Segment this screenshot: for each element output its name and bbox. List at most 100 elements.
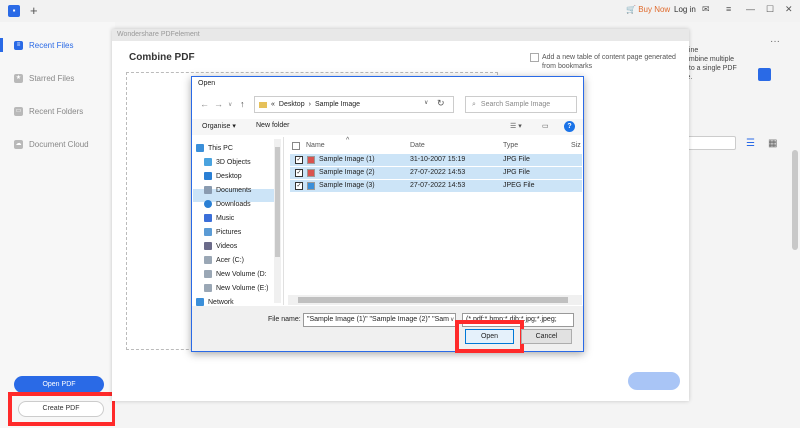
login-link[interactable]: Log in	[674, 5, 696, 14]
file-row[interactable]: ✓ Sample Image (3) 27-07-2022 14:53 JPEG…	[290, 180, 582, 192]
scrollbar-thumb[interactable]	[298, 297, 568, 303]
new-folder-button[interactable]: New folder	[256, 122, 289, 129]
forward-arrow-icon[interactable]: →	[214, 99, 223, 109]
sidebar-item-recent-folders[interactable]: ▭ Recent Folders	[14, 104, 83, 118]
menu-icon[interactable]: ≡	[726, 4, 731, 14]
nav-item-this-pc[interactable]: This PC	[196, 142, 233, 154]
file-type: JPG File	[503, 156, 530, 163]
search-placeholder: Search Sample Image	[480, 101, 551, 108]
file-name: Sample Image (1)	[319, 156, 375, 163]
nav-item-new-volume-e[interactable]: New Volume (E:)	[204, 282, 269, 294]
breadcrumb-sample-image[interactable]: Sample Image	[315, 97, 360, 112]
maximize-icon[interactable]: ☐	[766, 4, 774, 15]
dialog-toolbar: Organise ▾ New folder ☰ ▾ ▭ ?	[192, 119, 583, 135]
buy-now-link[interactable]: 🛒 Buy Now	[626, 5, 670, 14]
breadcrumb-desktop[interactable]: Desktop	[279, 97, 305, 112]
select-all-checkbox[interactable]	[292, 142, 300, 150]
help-icon[interactable]: ?	[564, 121, 575, 132]
folder-icon	[259, 101, 267, 108]
nav-item-documents[interactable]: Documents	[204, 184, 251, 196]
dialog-title: Open	[192, 77, 583, 91]
nav-label: Network	[208, 298, 234, 306]
file-date: 27-07-2022 14:53	[410, 169, 466, 176]
file-date: 27-07-2022 14:53	[410, 182, 466, 189]
pictures-icon	[204, 228, 212, 236]
nav-item-videos[interactable]: Videos	[204, 240, 237, 252]
chevron-right-icon: ›	[308, 101, 311, 108]
column-date[interactable]: Date	[410, 142, 425, 149]
file-name-input[interactable]: "Sample Image (1)" "Sample Image (2)" "S…	[303, 313, 456, 327]
toc-checkbox[interactable]	[530, 53, 539, 62]
row-checkbox[interactable]: ✓	[295, 169, 303, 177]
active-indicator	[0, 38, 3, 52]
file-name: Sample Image (3)	[319, 182, 375, 189]
column-type[interactable]: Type	[503, 142, 518, 149]
sidebar-item-document-cloud[interactable]: ☁ Document Cloud	[14, 137, 89, 151]
file-row[interactable]: ✓ Sample Image (1) 31-10-2007 15:19 JPG …	[290, 154, 582, 166]
row-checkbox[interactable]: ✓	[295, 156, 303, 164]
chevron-icon: «	[271, 101, 275, 108]
nav-label: New Volume (D:	[216, 270, 267, 278]
drive-icon	[204, 256, 212, 264]
column-headers: Name ^ Date Type Siz	[288, 137, 582, 153]
search-icon: ⌕	[472, 101, 476, 108]
more-options-icon[interactable]: ···	[770, 36, 780, 47]
close-icon[interactable]: ✕	[785, 4, 793, 15]
open-file-dialog: Open ← → ∨ ↑ « Desktop › Sample Image ∨ …	[191, 76, 584, 352]
preview-pane-icon[interactable]: ▭	[542, 122, 549, 130]
file-type: JPEG File	[503, 182, 535, 189]
nav-item-music[interactable]: Music	[204, 212, 234, 224]
nav-label: Music	[216, 214, 235, 222]
apply-button[interactable]	[628, 372, 680, 390]
drive-icon	[204, 284, 212, 292]
cancel-button[interactable]: Cancel	[521, 329, 572, 344]
chevron-down-icon[interactable]: ∨	[450, 316, 454, 323]
grid-view-icon[interactable]: ▦	[768, 138, 777, 149]
scrollbar[interactable]	[792, 150, 798, 250]
nav-scrollbar[interactable]	[274, 139, 281, 303]
sidebar-item-label: Recent Folders	[29, 106, 84, 116]
refresh-icon[interactable]: ↻	[437, 98, 445, 109]
search-folder-input[interactable]: ⌕ Search Sample Image	[465, 96, 577, 113]
navigation-pane: This PC 3D Objects Desktop Documents Dow…	[192, 137, 284, 306]
create-pdf-button[interactable]: Create PDF	[18, 401, 104, 417]
file-name-label: File name:	[268, 316, 301, 323]
nav-item-3d-objects[interactable]: 3D Objects	[204, 156, 251, 168]
column-name[interactable]: Name	[306, 142, 325, 149]
nav-item-acer-c[interactable]: Acer (C:)	[204, 254, 244, 266]
nav-item-downloads[interactable]: Downloads	[204, 198, 251, 210]
organise-button[interactable]: Organise ▾	[202, 122, 236, 130]
image-file-icon	[307, 169, 315, 177]
horizontal-scrollbar[interactable]	[288, 295, 582, 305]
new-tab-icon[interactable]: +	[30, 3, 38, 18]
nav-item-desktop[interactable]: Desktop	[204, 170, 242, 182]
chevron-down-icon[interactable]: ∨	[228, 101, 232, 108]
open-pdf-button[interactable]: Open PDF	[14, 376, 104, 393]
computer-icon	[196, 144, 204, 152]
row-checkbox[interactable]: ✓	[295, 182, 303, 190]
download-icon	[204, 200, 212, 208]
list-view-icon[interactable]: ☰	[746, 138, 755, 149]
view-options-icon[interactable]: ☰ ▾	[510, 122, 522, 130]
nav-item-pictures[interactable]: Pictures	[204, 226, 241, 238]
open-button[interactable]: Open	[465, 329, 514, 344]
scrollbar-thumb[interactable]	[275, 147, 280, 257]
sidebar-item-recent-files[interactable]: ≡ Recent Files	[14, 38, 73, 52]
cube-icon	[204, 158, 212, 166]
up-arrow-icon[interactable]: ↑	[240, 99, 245, 109]
documents-icon	[204, 186, 212, 194]
nav-label: Videos	[216, 242, 238, 250]
file-row[interactable]: ✓ Sample Image (2) 27-07-2022 14:53 JPG …	[290, 167, 582, 179]
notification-icon[interactable]: ✉	[702, 4, 710, 15]
address-dropdown-icon[interactable]: ∨	[424, 99, 428, 106]
back-arrow-icon[interactable]: ←	[200, 99, 209, 109]
image-file-icon	[307, 156, 315, 164]
sidebar-item-starred-files[interactable]: ★ Starred Files	[14, 71, 74, 85]
minimize-icon[interactable]: —	[746, 4, 755, 14]
nav-label: Pictures	[216, 228, 242, 236]
app-logo-icon: ▪	[8, 5, 20, 17]
title-bar: ▪ + 🛒 Buy Now Log in ✉ ≡ — ☐ ✕	[0, 0, 800, 22]
nav-item-new-volume-d[interactable]: New Volume (D:	[204, 268, 267, 280]
column-size[interactable]: Siz	[571, 142, 581, 149]
folder-icon: ▭	[14, 106, 23, 116]
